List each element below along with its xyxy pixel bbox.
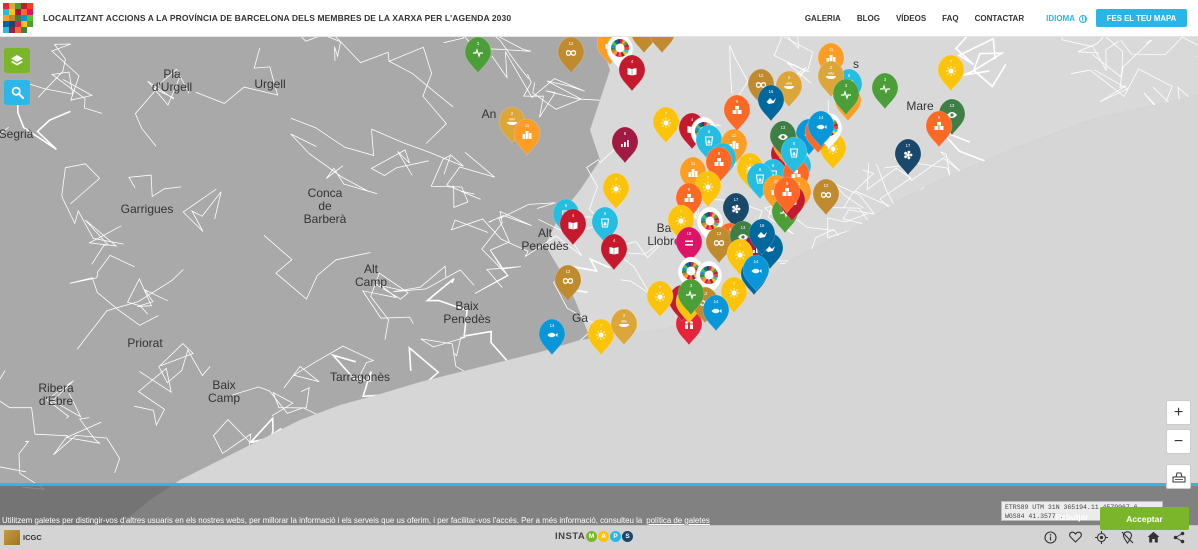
marker-goal-number: 11 [525, 123, 530, 128]
region-label: An [482, 107, 497, 121]
page-title: LOCALITZANT ACCIONS A LA PROVÍNCIA DE BA… [43, 13, 512, 23]
icgc-logo[interactable]: ICGC [4, 530, 42, 545]
marker-goal-number: 11 [732, 133, 737, 138]
layers-button[interactable] [4, 48, 30, 73]
share-icon [1173, 531, 1185, 543]
marker-goal-number: 11 [691, 161, 696, 166]
search-icon [11, 86, 24, 99]
marker-goal-number: 12 [566, 269, 571, 274]
maps-letter-m: M [586, 531, 598, 542]
info-icon [1043, 530, 1057, 544]
footer-bar: ICGC INSTA M A P S [0, 525, 1198, 549]
layers-icon [11, 54, 23, 65]
book-icon [568, 222, 578, 230]
marker-goal-number: 10 [687, 231, 692, 236]
accept-cookies-button[interactable]: Acceptar [1100, 507, 1189, 530]
zoom-in-button[interactable]: + [1166, 400, 1191, 425]
cookie-text: Utilitzem galetes per distingir-vos d'al… [2, 516, 710, 525]
marker-goal-number: 16 [760, 223, 765, 228]
marker-goal-number: 13 [781, 125, 786, 130]
book-icon [609, 247, 619, 255]
marker-goal-number: 14 [754, 259, 759, 264]
icgc-mark-icon [4, 530, 20, 545]
region-label: Garrigues [121, 202, 174, 216]
marker-goal-number: 17 [906, 143, 911, 148]
nav-blog[interactable]: BLOG [857, 14, 880, 23]
instamaps-logo[interactable]: INSTA M A P S [555, 531, 634, 542]
maps-letter-s: S [622, 531, 634, 542]
sdg-wheel-icon [700, 266, 718, 285]
marker-goal-number: 14 [714, 299, 719, 304]
nav-faq[interactable]: FAQ [942, 14, 958, 23]
icgc-label: ICGC [23, 533, 42, 542]
globe-icon [1079, 14, 1087, 23]
marker-goal-number: 12 [759, 73, 764, 78]
region-label: Segrià [0, 127, 34, 141]
hide-markers-button[interactable] [1120, 530, 1134, 544]
header-bar: LOCALITZANT ACCIONS A LA PROVÍNCIA DE BA… [0, 0, 1198, 37]
language-label: IDIOMA [1046, 14, 1075, 23]
home-icon [1147, 531, 1159, 543]
crosshair-icon [1094, 530, 1108, 544]
info-button[interactable] [1043, 530, 1057, 544]
home-button[interactable] [1146, 530, 1160, 544]
book-icon [627, 68, 637, 76]
language-selector[interactable]: IDIOMA [1046, 14, 1087, 23]
maps-letter-p: P [610, 531, 622, 542]
main-nav: GALERIA BLOG VÍDEOS FAQ CONTACTAR IDIOMA [789, 0, 1087, 37]
sdg-wheel-icon [611, 39, 629, 58]
region-label: Tarragonès [330, 370, 390, 384]
marker-goal-number: 16 [769, 89, 774, 94]
marker-goal-number: 12 [569, 41, 574, 46]
map-svg[interactable]: BagesSegarraPlad'UrgellUrgellSegriàAnGar… [0, 0, 1198, 549]
share-button[interactable] [1172, 530, 1186, 544]
marker-goal-number: 11 [829, 47, 834, 52]
marker-goal-number: 13 [741, 225, 746, 230]
search-button[interactable] [4, 80, 30, 105]
insta-prefix: INSTA [555, 531, 586, 542]
basemap-button[interactable] [1166, 464, 1191, 489]
region-label: Priorat [127, 336, 163, 350]
region-label: Ribera d'Ebre [38, 381, 74, 408]
nav-galeria[interactable]: GALERIA [805, 14, 841, 23]
nav-videos[interactable]: VÍDEOS [896, 14, 926, 23]
region-label: Ga [572, 311, 588, 325]
favorite-button[interactable] [1068, 530, 1082, 544]
cookie-policy-link[interactable]: política de galetes [646, 516, 710, 525]
marker-goal-number: 13 [950, 103, 955, 108]
marker-goal-number: 17 [734, 197, 739, 202]
basemap-icon [1172, 472, 1185, 482]
region-label: Baix Camp [208, 378, 240, 405]
marker-goal-number: 12 [824, 183, 829, 188]
zoom-out-button[interactable]: − [1166, 429, 1191, 454]
region-label: s [853, 57, 859, 71]
map-canvas[interactable]: BagesSegarraPlad'UrgellUrgellSegriàAnGar… [0, 0, 1198, 549]
cookie-message: Utilitzem galetes per distingir-vos d'al… [2, 516, 643, 525]
marker-goal-number: 12 [717, 231, 722, 236]
app-logo[interactable] [3, 3, 33, 33]
region-label: Urgell [254, 77, 285, 91]
marker-goal-number: 14 [550, 323, 555, 328]
nav-contactar[interactable]: CONTACTAR [975, 14, 1024, 23]
make-your-map-button[interactable]: FES EL TEU MAPA [1096, 9, 1187, 27]
marker-off-icon [1121, 530, 1133, 544]
locate-button[interactable] [1094, 530, 1108, 544]
marker-goal-number: 14 [819, 115, 824, 120]
heart-icon [1068, 531, 1082, 543]
reject-cookies-button[interactable]: Rebutjar [1055, 510, 1089, 524]
maps-letter-a: A [598, 531, 610, 542]
region-label: Mare [906, 99, 934, 113]
